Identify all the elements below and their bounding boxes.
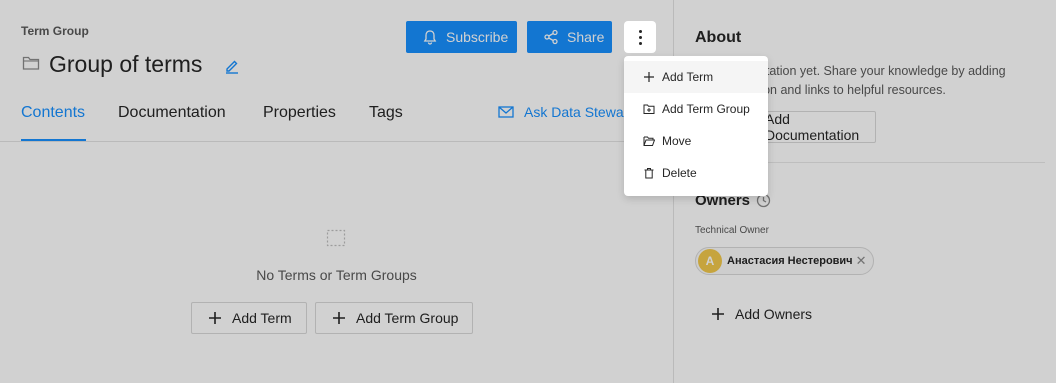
menu-item-delete[interactable]: Delete — [624, 157, 768, 189]
menu-item-label: Add Term — [662, 70, 714, 84]
more-options-menu: Add Term Add Term Group Move Delete — [624, 56, 768, 196]
trash-icon — [644, 168, 654, 179]
folder-open-icon — [643, 136, 655, 146]
folder-add-icon — [643, 104, 655, 114]
menu-item-add-term-group[interactable]: Add Term Group — [624, 93, 768, 125]
more-options-button[interactable] — [624, 21, 656, 53]
more-dot-icon — [638, 35, 642, 39]
more-dot-icon — [638, 41, 642, 45]
more-dot-icon — [638, 29, 642, 33]
menu-item-label: Add Term Group — [662, 102, 750, 116]
plus-icon — [644, 72, 654, 82]
modal-overlay[interactable] — [0, 0, 1056, 383]
menu-item-move[interactable]: Move — [624, 125, 768, 157]
menu-item-label: Delete — [662, 166, 697, 180]
menu-item-label: Move — [662, 134, 692, 148]
menu-item-add-term[interactable]: Add Term — [624, 61, 768, 93]
